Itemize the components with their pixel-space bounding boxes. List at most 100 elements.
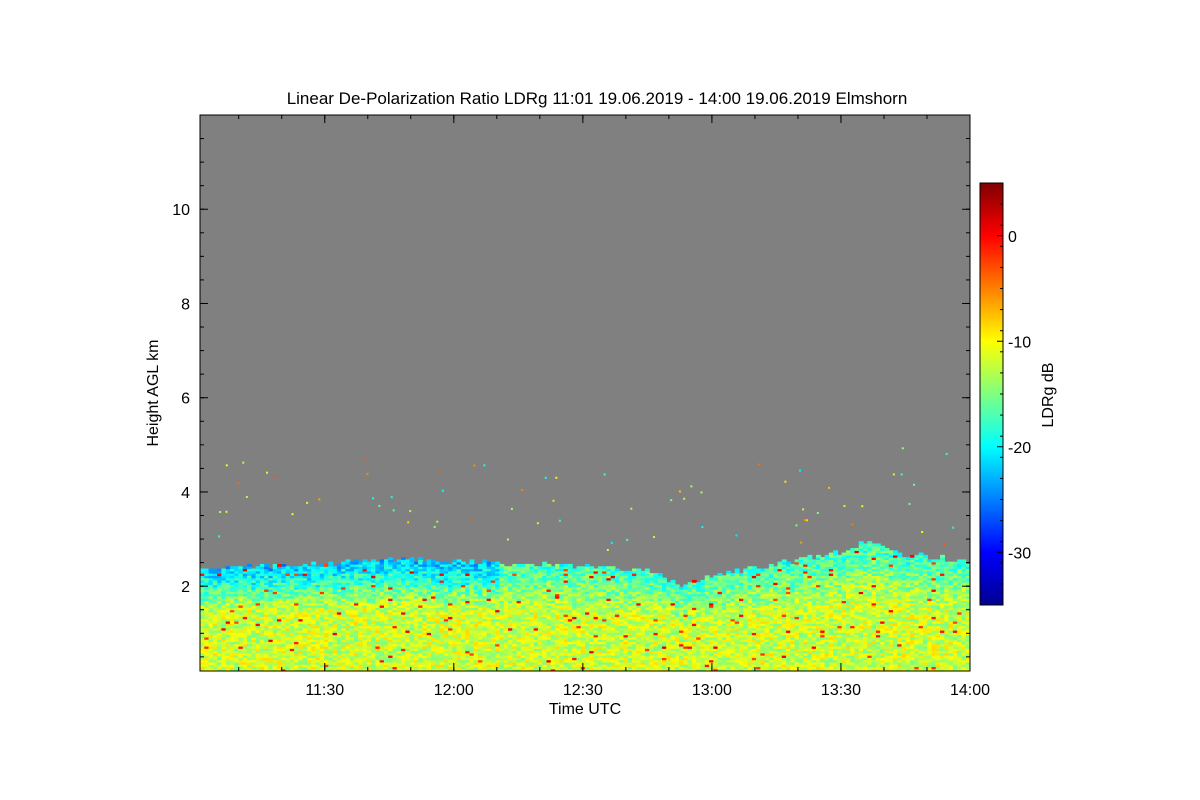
heatmap-cell (366, 561, 372, 565)
chart-svg: Linear De-Polarization Ratio LDRg 11:01 … (145, 89, 1057, 718)
heatmap-cell (285, 566, 291, 570)
heatmap-cell (315, 566, 321, 570)
heatmap-cell (289, 566, 295, 570)
heatmap-cell (311, 561, 317, 565)
heatmap-cell (392, 561, 398, 565)
heatmap-cell (576, 566, 582, 570)
heatmap-cell (362, 559, 368, 563)
heatmap-cell (559, 563, 565, 567)
heatmap-cell (572, 568, 578, 572)
heatmap-cell (439, 561, 445, 565)
heatmap-cell (264, 563, 270, 567)
heatmap-cell (281, 563, 287, 567)
heatmap-cell (225, 566, 231, 570)
heatmap-cell (448, 563, 453, 567)
heatmap-cell (640, 570, 646, 574)
heatmap-cell (431, 559, 436, 563)
heatmap-cell (358, 561, 364, 565)
heatmap-cell (204, 568, 210, 572)
heatmap-cell (627, 570, 633, 574)
heatmap-cell (259, 563, 265, 567)
heatmap-cell (525, 563, 530, 567)
heatmap-cell (512, 563, 518, 567)
heatmap-cell (636, 568, 642, 572)
heatmap-cell (426, 559, 432, 563)
heatmap-cell (499, 563, 505, 567)
heatmap-cell (456, 559, 462, 563)
heatmap-cell (606, 566, 612, 570)
heatmap-cell (610, 566, 616, 570)
heatmap-cell (563, 563, 569, 567)
heatmap-cell (294, 566, 299, 570)
heatmap-cell (490, 561, 496, 565)
heatmap-cell (546, 563, 552, 567)
heatmap-cell (516, 563, 522, 567)
heatmap-cell (593, 568, 599, 572)
heatmap-cell (341, 561, 347, 565)
heatmap-cell (469, 559, 475, 563)
heatmap-cell (542, 561, 548, 565)
heatmap-cell (533, 566, 539, 570)
heatmap-cell (336, 563, 342, 567)
heatmap-cell (520, 563, 526, 567)
heatmap-cell (238, 566, 244, 570)
heatmap-cell (345, 559, 351, 563)
heatmap-cell (405, 559, 411, 563)
heatmap-cell (383, 559, 389, 563)
heatmap-cell (465, 563, 471, 567)
heatmap-cell (435, 561, 441, 565)
heatmap-cell (589, 566, 595, 570)
heatmap-cell (649, 573, 655, 576)
heatmap-cell (585, 563, 590, 567)
heatmap-cell (354, 559, 359, 563)
heatmap-cell (495, 561, 501, 565)
heatmap-cell (247, 563, 252, 567)
heatmap-cell (503, 566, 509, 570)
heatmap-cell (614, 568, 620, 572)
heatmap-cell (443, 561, 449, 565)
heatmap-cell (332, 566, 338, 570)
heatmap-cell (602, 566, 607, 570)
heatmap-cell (217, 568, 222, 572)
heatmap-cell (623, 570, 629, 574)
heatmap-cell (644, 568, 650, 572)
heatmap-cell (324, 563, 329, 567)
heatmap-cell (478, 563, 483, 567)
heatmap-cell (597, 566, 603, 570)
plot-area (200, 115, 970, 671)
heatmap-cell (298, 566, 304, 570)
heatmap-cell (255, 566, 261, 570)
heatmap-cell (482, 559, 488, 563)
heatmap-cell (229, 566, 235, 570)
heatmap-cell (319, 563, 325, 567)
heatmap-cell (486, 561, 492, 565)
heatmap-cell (550, 566, 556, 570)
heatmap-cell (460, 561, 466, 565)
heatmap-cell (567, 563, 573, 567)
chart-title: Linear De-Polarization Ratio LDRg 11:01 … (287, 89, 908, 108)
heatmap-cell (371, 559, 376, 563)
heatmap-cell (212, 568, 218, 572)
heatmap-cell (200, 568, 205, 572)
heatmap-cell (619, 570, 625, 574)
heatmap-cell (422, 561, 428, 565)
heatmap-cell (632, 568, 637, 572)
heatmap-cell (409, 557, 415, 561)
heatmap-cell (388, 557, 394, 561)
heatmap-cell (251, 568, 257, 572)
heatmap-cell (268, 568, 274, 572)
heatmap-cell (473, 563, 479, 567)
heatmap-cell (302, 563, 308, 567)
heatmap-cell (537, 566, 543, 570)
heatmap-cell (375, 561, 381, 565)
heatmap-cell (306, 566, 312, 570)
heatmap-cell (277, 563, 282, 567)
heatmap-cell (208, 568, 214, 572)
heatmap-cell (452, 559, 458, 563)
heatmap-cell (349, 561, 355, 565)
heatmap-cell (418, 557, 424, 561)
heatmap-cell (379, 559, 385, 563)
heatmap-cell (396, 559, 402, 563)
heatmap-cell (221, 568, 227, 572)
heatmap-cell (328, 561, 334, 565)
